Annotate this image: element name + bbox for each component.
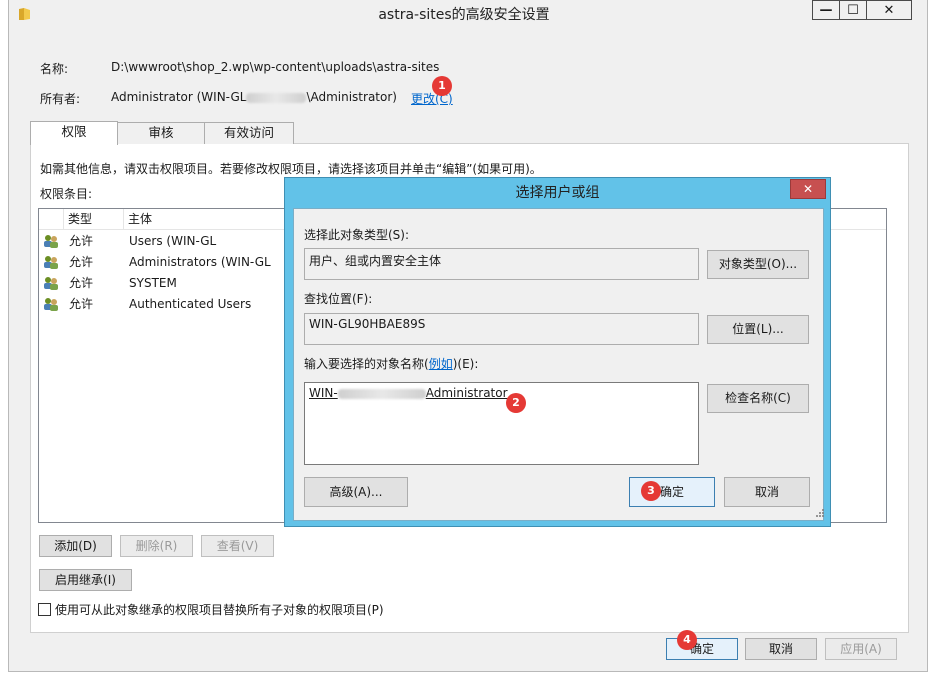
object-names-input[interactable]: WIN- Administrator: [304, 382, 699, 465]
advanced-button[interactable]: 高级(A)...: [304, 477, 408, 507]
step-badge-1: 1: [432, 76, 452, 96]
apply-button[interactable]: 应用(A): [825, 638, 897, 660]
users-icon: [44, 298, 58, 311]
row-principal: Users (WIN-GL: [129, 234, 217, 248]
object-type-label: 选择此对象类型(S):: [304, 228, 410, 242]
replace-child-permissions-label: 使用可从此对象继承的权限项目替换所有子对象的权限项目(P): [55, 603, 384, 617]
step-badge-3: 3: [641, 481, 661, 501]
users-icon: [44, 235, 58, 248]
close-icon: ✕: [802, 182, 814, 196]
redacted-block: [337, 388, 426, 399]
object-name-entry: WIN- Administrator: [309, 386, 508, 400]
close-icon: ✕: [883, 2, 895, 18]
column-type[interactable]: 类型: [64, 209, 124, 230]
row-type: 允许: [69, 234, 94, 248]
dialog-body: 选择此对象类型(S): 用户、组或内置安全主体 对象类型(O)... 查找位置(…: [293, 208, 824, 521]
owner-label: 所有者:: [40, 92, 81, 106]
row-type: 允许: [69, 297, 94, 311]
redacted-block: [246, 92, 307, 103]
cancel-button[interactable]: 取消: [745, 638, 817, 660]
object-names-label: 输入要选择的对象名称(例如)(E):: [304, 355, 478, 372]
tab-effective-access[interactable]: 有效访问: [204, 122, 294, 144]
remove-button[interactable]: 删除(R): [120, 535, 193, 557]
step-badge-4: 4: [677, 630, 697, 650]
examples-link[interactable]: 例如: [429, 357, 453, 371]
hint-text: 如需其他信息，请双击权限项目。若要修改权限项目，请选择该项目并单击“编辑”(如果…: [40, 162, 542, 176]
dialog-title: 选择用户或组: [515, 185, 600, 201]
object-names-label-suffix: )(E):: [452, 357, 479, 371]
row-type: 允许: [69, 276, 94, 290]
resize-grip-icon[interactable]: [815, 508, 825, 518]
row-type: 允许: [69, 255, 94, 269]
view-button[interactable]: 查看(V): [201, 535, 274, 557]
object-names-label-text: 输入要选择的对象名称(: [304, 357, 429, 371]
users-icon: [44, 256, 58, 269]
object-types-button[interactable]: 对象类型(O)...: [707, 250, 809, 279]
owner-value-suffix: \Administrator): [306, 90, 397, 104]
owner-value-prefix: Administrator (WIN-GL: [111, 90, 247, 104]
folder-icon: [19, 8, 30, 20]
users-icon: [44, 277, 58, 290]
step-badge-2: 2: [506, 393, 526, 413]
name-label: 名称:: [40, 62, 69, 76]
dialog-cancel-button[interactable]: 取消: [724, 477, 810, 507]
row-principal: SYSTEM: [129, 276, 177, 290]
location-field: WIN-GL90HBAE89S: [304, 313, 699, 345]
row-principal: Authenticated Users: [129, 297, 252, 311]
object-name-suffix: Administrator: [425, 386, 508, 400]
check-names-button[interactable]: 检查名称(C): [707, 384, 809, 413]
owner-value: Administrator (WIN-GL \Administrator): [111, 90, 397, 104]
locations-button[interactable]: 位置(L)...: [707, 315, 809, 344]
maximize-button[interactable]: ☐: [839, 0, 867, 20]
replace-child-permissions-checkbox[interactable]: [38, 603, 51, 616]
tab-auditing[interactable]: 审核: [116, 122, 206, 144]
location-label: 查找位置(F):: [304, 292, 373, 306]
maximize-icon: ☐: [847, 2, 859, 18]
add-button[interactable]: 添加(D): [39, 535, 112, 557]
object-name-prefix: WIN-: [309, 386, 338, 400]
minimize-button[interactable]: —: [812, 0, 839, 20]
tab-permissions[interactable]: 权限: [30, 121, 118, 145]
name-value: D:\wwwroot\shop_2.wp\wp-content\uploads\…: [111, 60, 440, 74]
list-label: 权限条目:: [40, 187, 93, 201]
window-title: astra-sites的高级安全设置: [378, 7, 550, 23]
close-button[interactable]: ✕: [867, 0, 912, 20]
column-icon: [39, 209, 64, 230]
dialog-close-button[interactable]: ✕: [790, 179, 826, 199]
select-user-dialog: 选择用户或组 ✕ 选择此对象类型(S): 用户、组或内置安全主体 对象类型(O)…: [284, 177, 831, 527]
minimize-icon: —: [819, 2, 833, 18]
object-type-field: 用户、组或内置安全主体: [304, 248, 699, 280]
enable-inheritance-button[interactable]: 启用继承(I): [39, 569, 132, 591]
row-principal: Administrators (WIN-GL: [129, 255, 271, 269]
